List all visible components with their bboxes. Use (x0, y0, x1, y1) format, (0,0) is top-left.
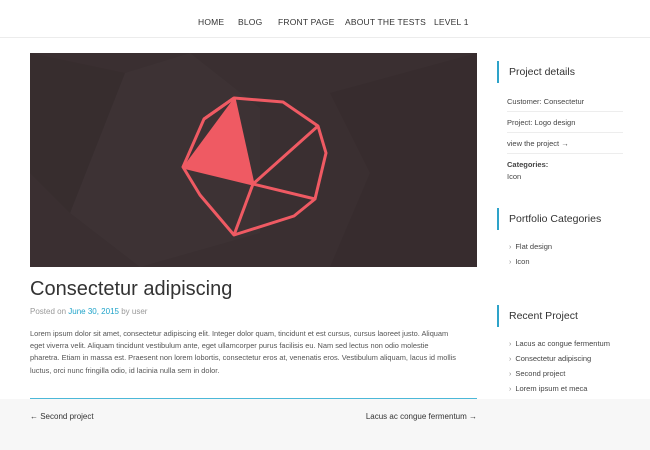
category-item-flat-design[interactable]: › Flat design (509, 242, 552, 253)
next-post-link[interactable]: Lacus ac congue fermentum → (366, 412, 477, 422)
body-line: pharetra. Etiam in massa est. Praesent n… (30, 353, 456, 363)
recent-project-item[interactable]: › Second project (509, 369, 565, 380)
widget-title-project-details: Project details (497, 61, 575, 83)
body-line: Lorem ipsum dolor sit amet, consectetur … (30, 329, 449, 338)
post-date-link[interactable]: June 30, 2015 (68, 307, 119, 316)
categories-label: Categories: (507, 160, 549, 169)
top-navigation: HOME BLOG FRONT PAGE ABOUT THE TESTS LEV… (0, 0, 650, 38)
recent-project-label: Consectetur adipiscing (515, 354, 592, 363)
recent-project-label: Second project (515, 369, 566, 378)
chevron-right-icon: › (509, 371, 512, 378)
widget-title-recent-project: Recent Project (497, 305, 578, 327)
categories-value[interactable]: Icon (507, 172, 521, 182)
post-navigation-band (0, 399, 650, 450)
recent-project-item[interactable]: › Lacus ac congue fermentum (509, 339, 610, 350)
body-line: luctus, orci nunc fringilla odio, id lac… (30, 365, 220, 375)
recent-project-item[interactable]: › Lorem ipsum et meca (509, 384, 587, 395)
category-label: Flat design (515, 242, 553, 251)
project-customer: Customer: Consectetur (507, 97, 585, 106)
category-label: Icon (515, 257, 530, 266)
recent-project-item[interactable]: › Consectetur adipiscing (509, 354, 591, 365)
polygon-logo-illustration (30, 53, 477, 267)
body-line: eget viverra velit. Aliquam tincidunt ve… (30, 341, 429, 351)
nav-level-1[interactable]: LEVEL 1 (434, 17, 469, 27)
post-title: Consectetur adipiscing (30, 278, 233, 300)
divider (507, 153, 623, 154)
view-project-link[interactable]: view the project → (507, 139, 569, 149)
previous-post-link[interactable]: ← Second project (30, 412, 94, 422)
divider (507, 132, 623, 133)
post-body: Lorem ipsum dolor sit amet, consectetur … (30, 328, 477, 377)
chevron-right-icon: › (509, 341, 512, 348)
chevron-right-icon: › (509, 244, 512, 251)
chevron-right-icon: › (509, 356, 512, 363)
featured-image (30, 53, 477, 267)
post-meta: Posted on June 30, 2015 by user (30, 307, 147, 317)
chevron-right-icon: › (509, 386, 512, 393)
nav-home[interactable]: HOME (198, 17, 224, 27)
chevron-right-icon: › (509, 259, 512, 266)
nav-about-the-tests[interactable]: ABOUT THE TESTS (345, 17, 426, 27)
recent-project-label: Lorem ipsum et meca (515, 384, 588, 393)
nav-front-page[interactable]: FRONT PAGE (278, 17, 334, 27)
widget-title-portfolio-categories: Portfolio Categories (497, 208, 601, 230)
recent-project-label: Lacus ac congue fermentum (515, 339, 610, 348)
category-item-icon[interactable]: › Icon (509, 257, 530, 268)
divider (507, 111, 623, 112)
nav-blog[interactable]: BLOG (238, 17, 262, 27)
project-name: Project: Logo design (507, 118, 576, 127)
meta-author: by user (121, 307, 148, 316)
meta-prefix: Posted on (30, 307, 67, 316)
